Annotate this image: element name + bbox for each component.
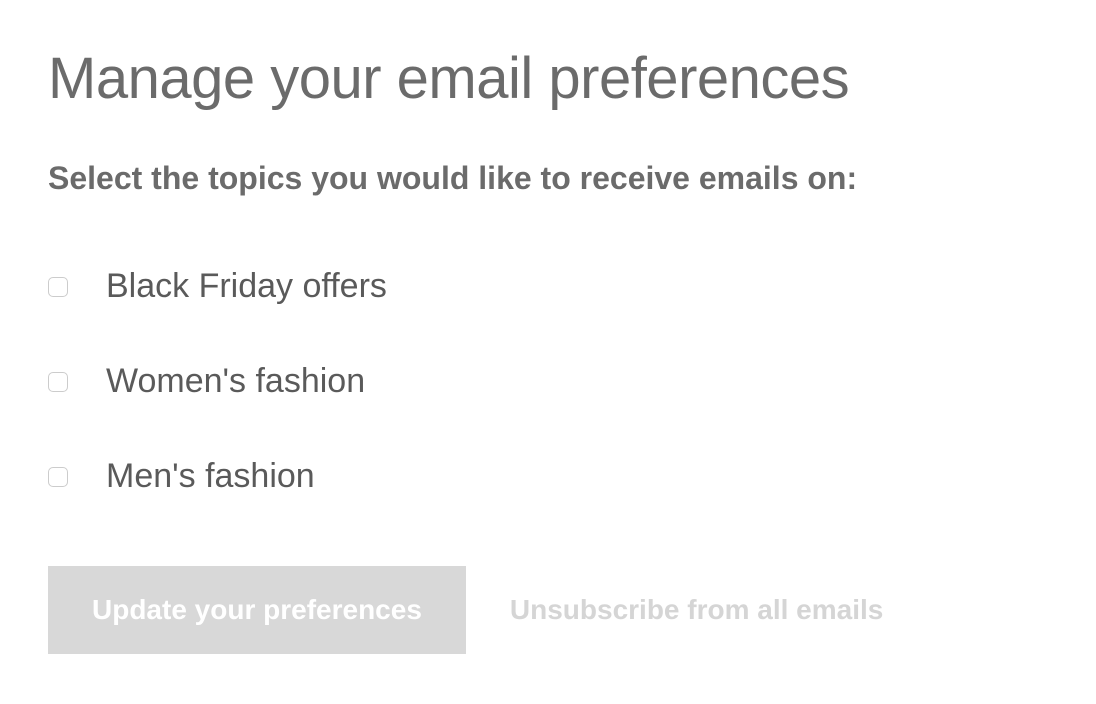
checkbox-black-friday[interactable] (48, 277, 68, 297)
page-title: Manage your email preferences (48, 45, 1048, 112)
topic-item-mens-fashion[interactable]: Men's fashion (48, 457, 1048, 496)
topic-label: Black Friday offers (106, 267, 387, 306)
topic-label: Men's fashion (106, 457, 315, 496)
topic-label: Women's fashion (106, 362, 365, 401)
checkbox-mens-fashion[interactable] (48, 467, 68, 487)
topics-subtitle: Select the topics you would like to rece… (48, 160, 1048, 197)
actions-row: Update your preferences Unsubscribe from… (48, 566, 1048, 654)
checkbox-womens-fashion[interactable] (48, 372, 68, 392)
topics-list: Black Friday offers Women's fashion Men'… (48, 267, 1048, 496)
unsubscribe-all-button[interactable]: Unsubscribe from all emails (510, 594, 883, 626)
topic-item-womens-fashion[interactable]: Women's fashion (48, 362, 1048, 401)
update-preferences-button[interactable]: Update your preferences (48, 566, 466, 654)
topic-item-black-friday[interactable]: Black Friday offers (48, 267, 1048, 306)
